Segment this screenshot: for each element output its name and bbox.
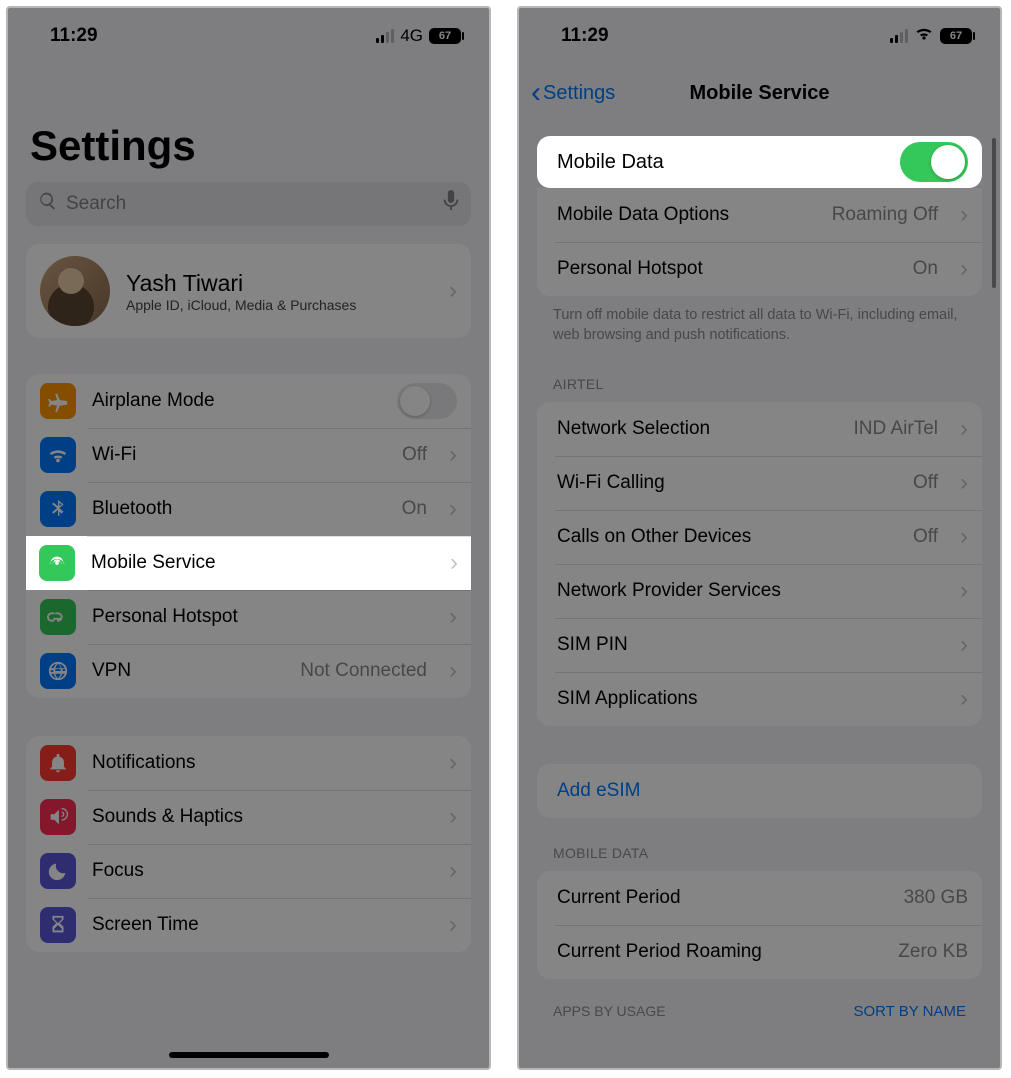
network-selection-row[interactable]: Network Selection IND AirTel ›: [537, 402, 982, 456]
speaker-icon: [40, 799, 76, 835]
carrier-group: Network Selection IND AirTel › Wi-Fi Cal…: [537, 402, 982, 726]
search-icon: [38, 191, 58, 217]
sim-applications-row[interactable]: SIM Applications ›: [537, 672, 982, 726]
globe-icon: [40, 653, 76, 689]
antenna-icon: [39, 545, 75, 581]
provider-services-row[interactable]: Network Provider Services ›: [537, 564, 982, 618]
mobile-data-options-row[interactable]: Mobile Data Options Roaming Off ›: [537, 188, 982, 242]
connectivity-group: Airplane Mode Wi-Fi Off › Bluetooth On ›…: [26, 374, 471, 698]
settings-screen: 11:29 4G 67 Settings Search Yash Tiwari …: [6, 6, 491, 1070]
calls-other-devices-row[interactable]: Calls on Other Devices Off ›: [537, 510, 982, 564]
signal-icon: [376, 29, 394, 43]
mobile-data-toggle[interactable]: [900, 142, 968, 182]
wifi-icon: [914, 23, 934, 49]
chevron-right-icon: ›: [954, 577, 968, 605]
status-time: 11:29: [561, 25, 609, 47]
chevron-right-icon: ›: [443, 803, 457, 831]
bluetooth-row[interactable]: Bluetooth On ›: [26, 482, 471, 536]
wifi-row[interactable]: Wi-Fi Off ›: [26, 428, 471, 482]
chevron-right-icon: ›: [443, 749, 457, 777]
current-period-roaming-row: Current Period Roaming Zero KB: [537, 925, 982, 979]
usage-group: Current Period 380 GB Current Period Roa…: [537, 871, 982, 979]
status-time: 11:29: [50, 25, 98, 47]
screen-time-row[interactable]: Screen Time ›: [26, 898, 471, 952]
chevron-right-icon: ›: [443, 495, 457, 523]
moon-icon: [40, 853, 76, 889]
hourglass-icon: [40, 907, 76, 943]
personal-hotspot-row[interactable]: Personal Hotspot ›: [26, 590, 471, 644]
chevron-left-icon: ‹: [531, 83, 541, 103]
personal-hotspot-row[interactable]: Personal Hotspot On ›: [537, 242, 982, 296]
battery-icon: 67: [940, 28, 972, 44]
chevron-right-icon: ›: [954, 201, 968, 229]
bell-icon: [40, 745, 76, 781]
page-title: Settings: [8, 52, 489, 182]
chevron-right-icon: ›: [954, 469, 968, 497]
profile-card[interactable]: Yash Tiwari Apple ID, iCloud, Media & Pu…: [26, 244, 471, 338]
mobile-data-note: Turn off mobile data to restrict all dat…: [519, 296, 1000, 349]
alerts-group: Notifications › Sounds & Haptics › Focus…: [26, 736, 471, 952]
signal-icon: [890, 29, 908, 43]
chevron-right-icon: ›: [443, 277, 457, 305]
current-period-row: Current Period 380 GB: [537, 871, 982, 925]
avatar: [40, 256, 110, 326]
vpn-row[interactable]: VPN Not Connected ›: [26, 644, 471, 698]
bluetooth-icon: [40, 491, 76, 527]
sort-by-name-link[interactable]: SORT BY NAME: [853, 1003, 966, 1020]
wifi-calling-row[interactable]: Wi-Fi Calling Off ›: [537, 456, 982, 510]
wifi-icon: [40, 437, 76, 473]
status-bar: 11:29 4G 67: [8, 8, 489, 52]
chevron-right-icon: ›: [443, 911, 457, 939]
chevron-right-icon: ›: [444, 549, 458, 577]
mobile-data-row[interactable]: Mobile Data: [537, 136, 982, 188]
chevron-right-icon: ›: [443, 857, 457, 885]
search-input[interactable]: Search: [26, 182, 471, 226]
carrier-header: AIRTEL: [519, 349, 1000, 398]
focus-row[interactable]: Focus ›: [26, 844, 471, 898]
airplane-mode-row[interactable]: Airplane Mode: [26, 374, 471, 428]
mic-icon[interactable]: [443, 190, 459, 218]
profile-subtitle: Apple ID, iCloud, Media & Purchases: [126, 297, 427, 313]
back-button[interactable]: ‹ Settings: [531, 82, 615, 105]
mobile-data-toggle-group: Mobile Data: [537, 136, 982, 188]
link-icon: [40, 599, 76, 635]
status-bar: 11:29 67: [519, 8, 1000, 52]
scroll-indicator[interactable]: [992, 138, 996, 288]
chevron-right-icon: ›: [443, 441, 457, 469]
network-type: 4G: [400, 26, 423, 46]
airplane-toggle[interactable]: [397, 383, 457, 419]
chevron-right-icon: ›: [954, 415, 968, 443]
chevron-right-icon: ›: [443, 603, 457, 631]
chevron-right-icon: ›: [954, 685, 968, 713]
add-esim-row[interactable]: Add eSIM: [537, 764, 982, 818]
chevron-right-icon: ›: [954, 631, 968, 659]
search-placeholder: Search: [66, 193, 126, 215]
airplane-icon: [40, 383, 76, 419]
apps-by-usage-header: APPS BY USAGE SORT BY NAME: [519, 979, 1000, 1027]
mobile-service-screen: 11:29 67 ‹ Settings Mobile Service Mobil…: [517, 6, 1002, 1070]
mobile-data-suboptions: Mobile Data Options Roaming Off › Person…: [537, 188, 982, 296]
nav-bar: ‹ Settings Mobile Service: [519, 68, 1000, 118]
chevron-right-icon: ›: [443, 657, 457, 685]
esim-group: Add eSIM: [537, 764, 982, 818]
chevron-right-icon: ›: [954, 523, 968, 551]
mobile-data-header: MOBILE DATA: [519, 818, 1000, 867]
chevron-right-icon: ›: [954, 255, 968, 283]
sounds-row[interactable]: Sounds & Haptics ›: [26, 790, 471, 844]
sim-pin-row[interactable]: SIM PIN ›: [537, 618, 982, 672]
home-indicator[interactable]: [169, 1052, 329, 1058]
profile-name: Yash Tiwari: [126, 270, 427, 297]
mobile-service-row[interactable]: Mobile Service ›: [26, 536, 471, 590]
battery-icon: 67: [429, 28, 461, 44]
notifications-row[interactable]: Notifications ›: [26, 736, 471, 790]
